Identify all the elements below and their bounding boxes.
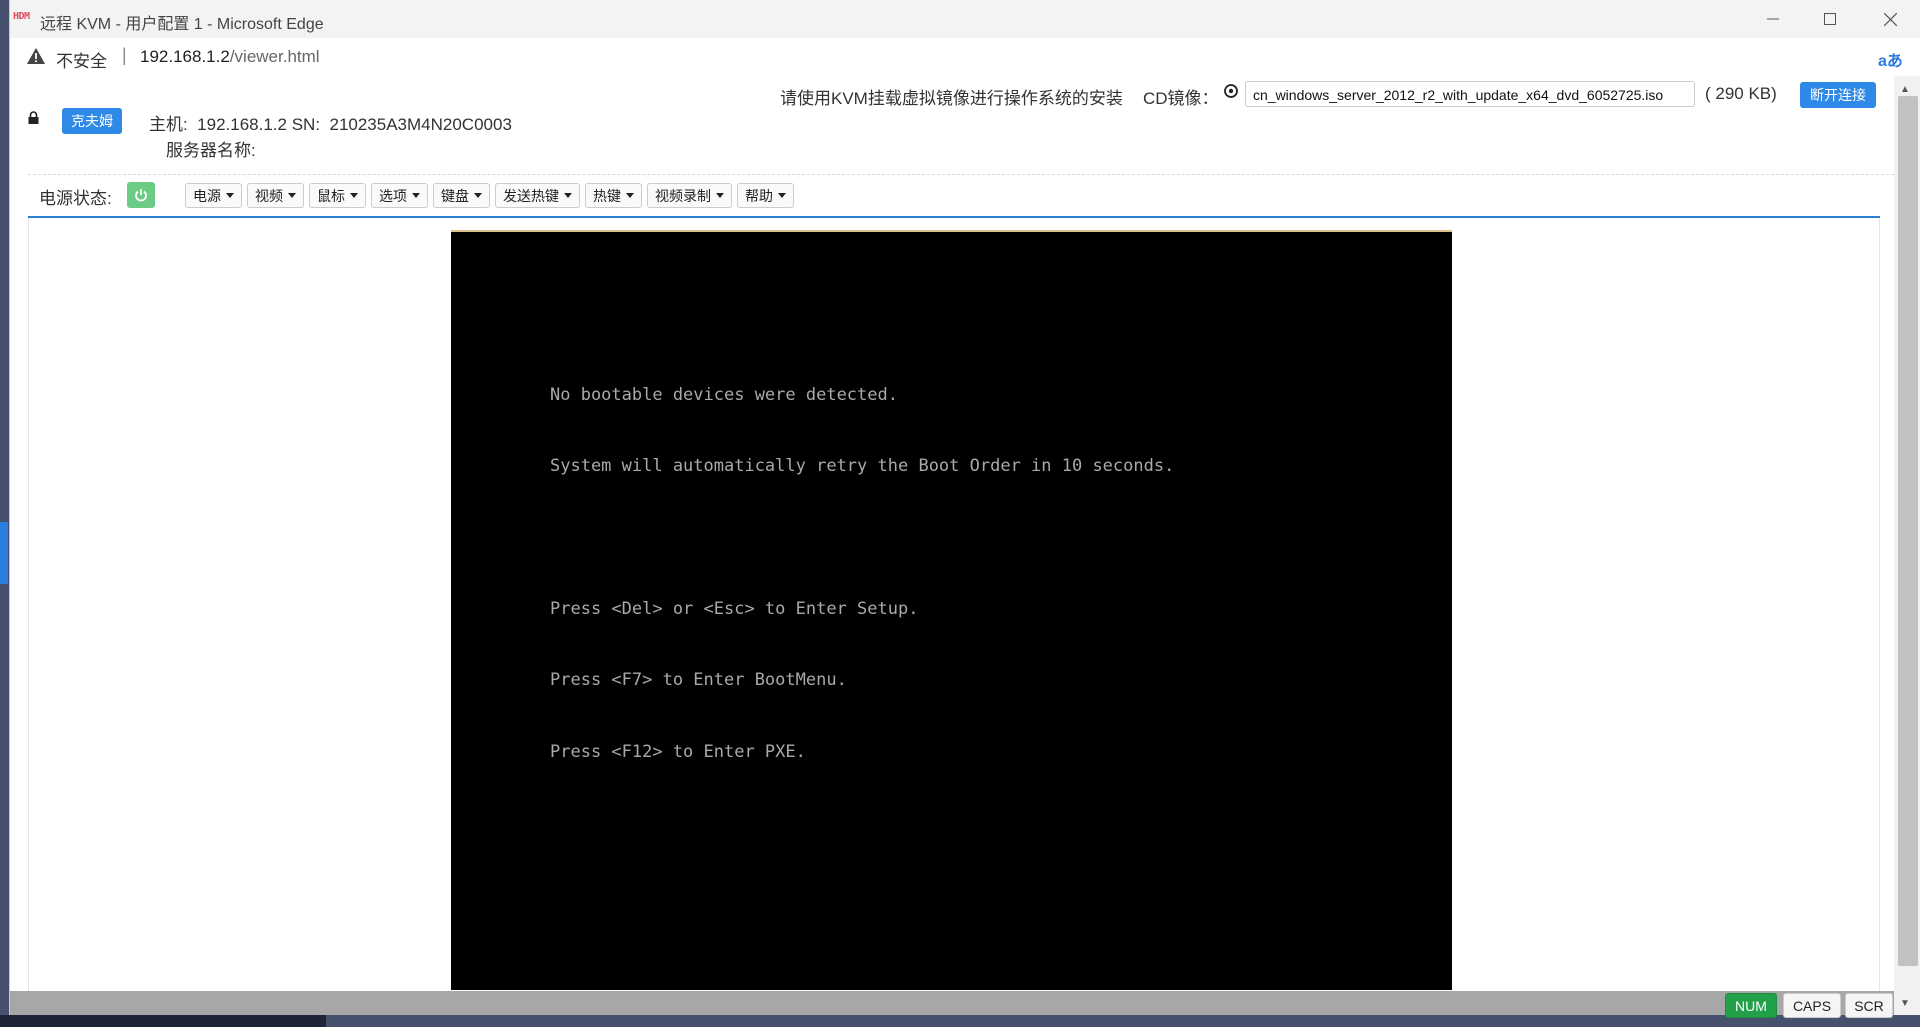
menu-label: 鼠标 xyxy=(317,187,345,204)
menu-options[interactable]: 选项 xyxy=(371,183,428,208)
console-line: No bootable devices were detected. xyxy=(550,384,898,405)
warning-icon[interactable] xyxy=(26,47,46,70)
lock-icon xyxy=(28,111,39,129)
console-line: Press <F7> to Enter BootMenu. xyxy=(550,670,847,691)
kvm-viewer-page: 克夫姆 主机: 192.168.1.2 SN: 210235A3M4N20C00… xyxy=(10,76,1894,991)
title-bar[interactable]: HDM 远程 KVM - 用户配置 1 - Microsoft Edge xyxy=(10,0,1920,39)
caret-down-icon xyxy=(626,193,634,198)
maximize-icon xyxy=(1824,13,1836,25)
status-bar: NUM CAPS SCR xyxy=(10,991,1894,1018)
browser-window: HDM 远程 KVM - 用户配置 1 - Microsoft Edge 不安全… xyxy=(9,0,1920,1018)
menu-label: 键盘 xyxy=(441,187,469,204)
scrollbar-thumb[interactable] xyxy=(1898,96,1918,966)
menu-hotkey[interactable]: 热键 xyxy=(585,183,642,208)
menu-label: 电源 xyxy=(193,187,221,204)
url-path: /viewer.html xyxy=(229,47,320,66)
install-notice: 请使用KVM挂载虚拟镜像进行操作系统的安装 xyxy=(780,89,1123,108)
host-info: 主机: 192.168.1.2 SN: 210235A3M4N20C0003 xyxy=(149,115,512,134)
menu-send-hotkey[interactable]: 发送热键 xyxy=(495,183,580,208)
url-field[interactable]: 192.168.1.2/viewer.html xyxy=(140,47,320,67)
menu-video[interactable]: 视频 xyxy=(247,183,304,208)
scroll-up-icon[interactable]: ▲ xyxy=(1900,84,1910,95)
insecure-label[interactable]: 不安全 xyxy=(56,47,107,72)
menu-power[interactable]: 电源 xyxy=(185,183,242,208)
scroll-lock-indicator[interactable]: SCR xyxy=(1845,993,1893,1018)
power-state-label: 电源状态: xyxy=(39,189,112,208)
app-logo: HDM xyxy=(13,11,30,22)
caret-down-icon xyxy=(564,193,572,198)
power-icon xyxy=(135,189,147,202)
url-host: 192.168.1.2 xyxy=(140,47,230,66)
maximize-button[interactable] xyxy=(1802,4,1858,34)
console-line: System will automatically retry the Boot… xyxy=(550,455,1175,476)
close-icon xyxy=(1883,12,1897,26)
menu-bar: 电源 视频 鼠标 选项 键盘 发送热键 热键 视频录制 帮助 xyxy=(185,183,799,208)
window-title: 远程 KVM - 用户配置 1 - Microsoft Edge xyxy=(40,16,324,33)
menu-help[interactable]: 帮助 xyxy=(737,183,794,208)
caret-down-icon xyxy=(350,193,358,198)
menu-keyboard[interactable]: 键盘 xyxy=(433,183,490,208)
close-button[interactable] xyxy=(1862,4,1918,34)
caret-down-icon xyxy=(716,193,724,198)
address-separator: | xyxy=(122,45,127,65)
translate-icon[interactable]: aあ xyxy=(1878,47,1903,71)
server-name-label: 服务器名称: xyxy=(166,141,256,160)
menu-label: 视频录制 xyxy=(655,187,711,204)
num-lock-indicator[interactable]: NUM xyxy=(1725,993,1777,1018)
disconnect-button[interactable]: 断开连接 xyxy=(1800,82,1876,108)
scroll-down-icon[interactable]: ▼ xyxy=(1900,998,1910,1009)
disc-icon xyxy=(1224,84,1238,103)
menu-mouse[interactable]: 鼠标 xyxy=(309,183,366,208)
power-state-button[interactable] xyxy=(127,182,155,208)
minimize-icon xyxy=(1767,18,1779,20)
cd-image-label: CD镜像： xyxy=(1143,89,1219,108)
caret-down-icon xyxy=(226,193,234,198)
console-output: No bootable devices were detected. Syste… xyxy=(550,336,1174,812)
menu-label: 选项 xyxy=(379,187,407,204)
desktop-taskbar-accent xyxy=(0,522,8,584)
iso-size: ( 290 KB) xyxy=(1705,84,1777,103)
menu-label: 视频 xyxy=(255,187,283,204)
kfm-button[interactable]: 克夫姆 xyxy=(62,108,122,134)
minimize-button[interactable] xyxy=(1745,4,1801,34)
menu-label: 帮助 xyxy=(745,187,773,204)
caret-down-icon xyxy=(288,193,296,198)
address-bar[interactable]: 不安全 | 192.168.1.2/viewer.html aあ xyxy=(10,38,1920,76)
remote-console-screen[interactable]: No bootable devices were detected. Syste… xyxy=(451,230,1452,990)
caret-down-icon xyxy=(412,193,420,198)
header-divider xyxy=(28,174,1894,175)
menu-label: 热键 xyxy=(593,187,621,204)
caps-lock-indicator[interactable]: CAPS xyxy=(1783,993,1841,1018)
caret-down-icon xyxy=(778,193,786,198)
console-line: Press <Del> or <Esc> to Enter Setup. xyxy=(550,598,919,619)
menu-video-record[interactable]: 视频录制 xyxy=(647,183,732,208)
desktop-taskbar xyxy=(0,1015,326,1027)
menu-label: 发送热键 xyxy=(503,187,559,204)
console-line: Press <F12> to Enter PXE. xyxy=(550,741,806,762)
iso-file-field[interactable]: cn_windows_server_2012_r2_with_update_x6… xyxy=(1245,81,1695,107)
caret-down-icon xyxy=(474,193,482,198)
